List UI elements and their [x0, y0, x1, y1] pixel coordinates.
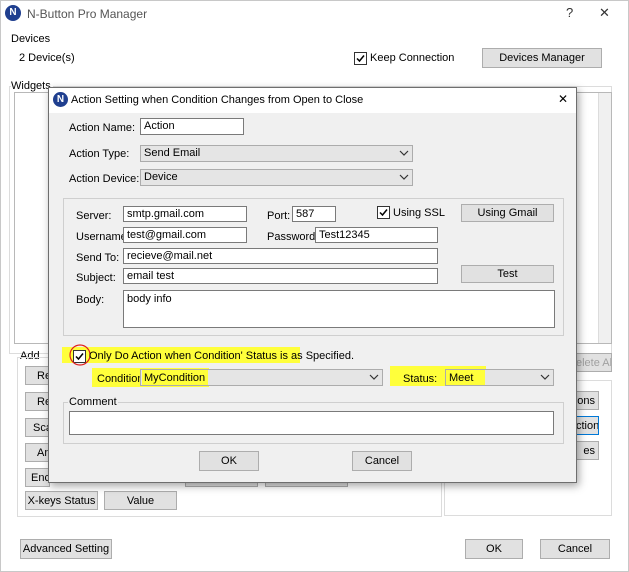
status-label: Status: — [403, 373, 438, 385]
action-name-input[interactable]: Action — [140, 118, 244, 135]
subject-input[interactable]: email test — [123, 268, 438, 284]
chevron-down-icon — [399, 150, 409, 156]
test-button[interactable]: Test — [461, 265, 554, 283]
add-widget-button-1[interactable]: Re — [25, 366, 50, 385]
keep-connection-label: Keep Connection — [370, 52, 455, 64]
dialog-close-icon[interactable]: ✕ — [558, 92, 568, 106]
using-gmail-button[interactable]: Using Gmail — [461, 204, 554, 222]
widgets-group-label: Widgets — [11, 80, 53, 92]
body-label: Body: — [76, 294, 105, 306]
chevron-down-icon — [399, 174, 409, 180]
add-widget-button-5[interactable]: Enc — [25, 468, 50, 487]
add-widget-button-2[interactable]: Re — [25, 392, 50, 411]
comment-label: Comment — [68, 396, 118, 408]
app-icon: N — [5, 5, 21, 21]
server-label: Server: — [76, 210, 112, 222]
devices-manager-button[interactable]: Devices Manager — [482, 48, 602, 68]
action-button[interactable]: ction — [575, 416, 599, 435]
send-to-input[interactable]: recieve@mail.net — [123, 248, 438, 264]
main-ok-button[interactable]: OK — [465, 539, 523, 559]
comment-input[interactable] — [69, 411, 554, 435]
using-ssl-label: Using SSL — [393, 207, 445, 219]
window-title: N-Button Pro Manager — [27, 7, 148, 21]
chevron-down-icon — [540, 374, 550, 380]
add-widget-button-4[interactable]: An — [25, 443, 50, 462]
action-type-label: Action Type: — [69, 148, 130, 160]
rules-button[interactable]: es — [575, 441, 599, 460]
dialog-title: Action Setting when Condition Changes fr… — [71, 94, 364, 106]
username-input[interactable]: test@gmail.com — [123, 227, 247, 243]
widgets-scrollbar[interactable] — [598, 93, 611, 343]
only-do-action-label: Only Do Action when Condition' Status is… — [89, 350, 355, 362]
device-count: 2 Device(s) — [19, 52, 75, 64]
delete-all-button[interactable]: elete All — [575, 353, 612, 372]
action-name-label: Action Name: — [69, 122, 136, 134]
main-cancel-button[interactable]: Cancel — [540, 539, 610, 559]
port-label: Port: — [267, 210, 291, 222]
dialog-app-icon: N — [53, 92, 68, 107]
checkmark-icon — [379, 209, 388, 217]
username-label: Username: — [76, 231, 130, 243]
action-type-select[interactable]: Send Email — [140, 145, 413, 162]
port-input[interactable]: 587 — [292, 206, 336, 222]
options-button[interactable]: ons — [575, 391, 599, 410]
using-ssl-checkbox[interactable] — [377, 206, 390, 219]
dialog-cancel-button[interactable]: Cancel — [352, 451, 412, 471]
advanced-setting-button[interactable]: Advanced Setting — [20, 539, 112, 559]
xkeys-status-button[interactable]: X-keys Status — [25, 491, 98, 510]
server-input[interactable]: smtp.gmail.com — [123, 206, 247, 222]
send-to-label: Send To: — [76, 252, 120, 264]
body-textarea[interactable]: body info — [123, 290, 555, 328]
condition-value-overlay: MyCondition — [144, 372, 206, 384]
dialog-ok-button[interactable]: OK — [199, 451, 259, 471]
action-type-value: Send Email — [144, 147, 201, 159]
value-button[interactable]: Value — [104, 491, 177, 510]
password-label: Password: — [267, 231, 319, 243]
action-device-value: Device — [144, 171, 178, 183]
keep-connection-checkbox[interactable] — [354, 52, 367, 65]
help-icon[interactable]: ? — [566, 5, 573, 20]
subject-label: Subject: — [76, 272, 116, 284]
action-device-select[interactable]: Device — [140, 169, 413, 186]
chevron-down-icon — [369, 374, 379, 380]
devices-group-label: Devices — [11, 33, 51, 45]
add-widget-button-3[interactable]: Sca — [25, 418, 50, 437]
password-input[interactable]: Test12345 — [315, 227, 438, 243]
status-value-overlay: Meet — [449, 372, 474, 384]
action-device-label: Action Device: — [69, 173, 140, 185]
checkmark-icon — [356, 55, 365, 63]
close-icon[interactable]: ✕ — [599, 5, 610, 21]
